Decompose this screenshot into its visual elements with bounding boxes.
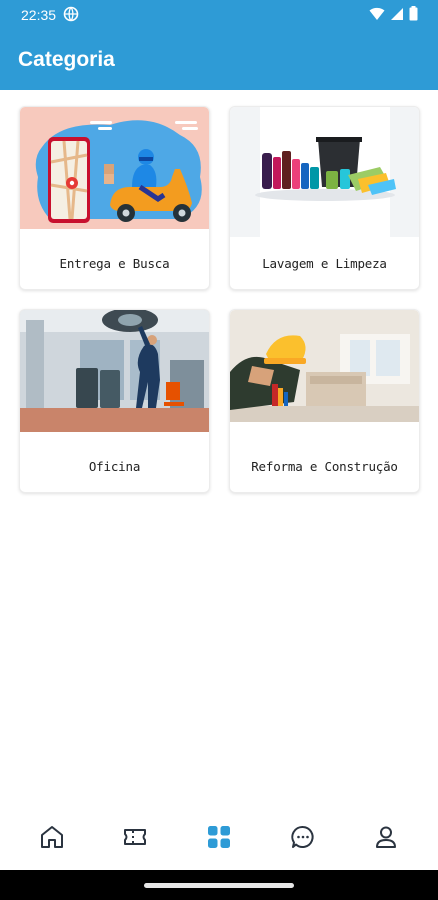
system-gesture-bar [0, 870, 438, 900]
status-time: 22:35 [21, 7, 57, 23]
home-icon [39, 824, 65, 854]
battery-icon [409, 5, 418, 25]
mechanic-garage-photo [20, 310, 209, 440]
categories-grid-icon [206, 824, 232, 854]
category-card-entrega-e-busca[interactable]: Entrega e Busca [19, 106, 210, 290]
category-label: Oficina [88, 458, 141, 474]
chat-icon [290, 824, 316, 854]
nav-profile[interactable] [366, 819, 406, 859]
home-gesture-handle[interactable] [144, 882, 294, 888]
nav-tickets[interactable] [115, 819, 155, 859]
cell-signal-icon [390, 6, 404, 25]
status-right [369, 5, 418, 25]
status-left: 22:35 [21, 6, 79, 25]
nav-home[interactable] [32, 819, 72, 859]
delivery-scooter-illustration [20, 107, 209, 237]
app-bar: Categoria [0, 30, 438, 90]
category-grid: Entrega e Busca Lavagem e Limpeza Oficin… [19, 106, 421, 493]
page-title: Categoria [18, 48, 115, 71]
nav-categories[interactable] [199, 819, 239, 859]
category-card-lavagem-e-limpeza[interactable]: Lavagem e Limpeza [229, 106, 420, 290]
category-label: Entrega e Busca [59, 255, 170, 271]
category-card-oficina[interactable]: Oficina [19, 309, 210, 493]
category-card-reforma-e-construcao[interactable]: Reforma e Construção [229, 309, 420, 493]
nav-chat[interactable] [283, 819, 323, 859]
wifi-icon [369, 6, 385, 25]
status-bar: 22:35 [0, 0, 438, 30]
cleaning-products-photo [230, 107, 419, 237]
vpn-globe-icon [63, 6, 79, 25]
profile-icon [373, 824, 399, 854]
category-label: Reforma e Construção [251, 458, 398, 474]
ticket-icon [122, 824, 148, 854]
bottom-navigation [0, 808, 438, 870]
construction-renovation-photo [230, 310, 419, 440]
category-label: Lavagem e Limpeza [262, 255, 387, 271]
